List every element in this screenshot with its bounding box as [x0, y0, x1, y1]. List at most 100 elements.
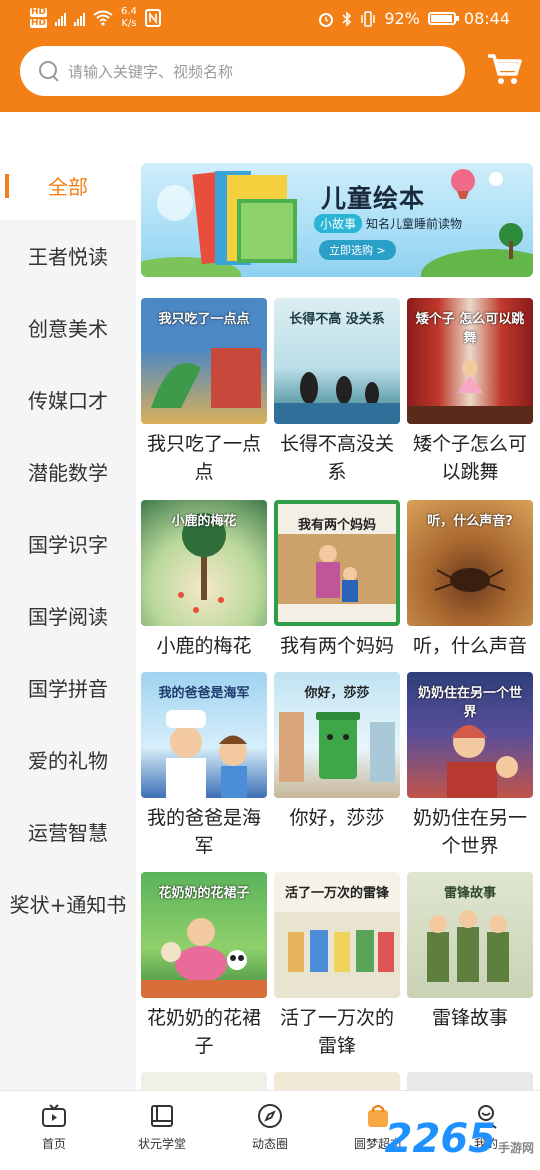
product-content: 儿童绘本 小故事 知名儿童睡前读物 立即选购 > 我只吃了一点点 我只吃了一点点…	[136, 112, 540, 1090]
promo-banner[interactable]: 儿童绘本 小故事 知名儿童睡前读物 立即选购 >	[141, 163, 533, 277]
hd-icon: HD HD	[30, 7, 48, 28]
product-cover[interactable]: 矮个子 怎么可以跳舞	[407, 298, 533, 424]
vibrate-icon	[361, 10, 376, 27]
tab-moments[interactable]: 动态圈	[216, 1091, 324, 1170]
product-card[interactable]: 奶奶住在另一个世界 奶奶住在另一个世界	[407, 672, 533, 860]
cover-title: 听，什么声音?	[427, 514, 513, 529]
tab-label: 状元学堂	[137, 1137, 186, 1151]
product-cover[interactable]: 我的爸爸是海军	[141, 672, 267, 798]
sidebar-spacer	[0, 112, 136, 150]
sidebar-item-all[interactable]: 全部	[0, 150, 136, 220]
cover-title: 雷锋故事	[443, 886, 496, 901]
cover-title: 小鹿的梅花	[171, 514, 237, 529]
book-icon	[151, 1105, 173, 1127]
product-title[interactable]: 我的爸爸是海军	[141, 804, 267, 860]
cover-title: 长得不高 没关系	[289, 312, 385, 327]
sidebar-item-gifts[interactable]: 爱的礼物	[0, 724, 136, 794]
banner-buy-button[interactable]: 立即选购 >	[319, 240, 396, 260]
product-card[interactable]: 听，什么声音? 听，什么声音	[407, 500, 533, 660]
product-title[interactable]: 花奶奶的花裙子	[141, 1004, 267, 1060]
product-cover[interactable]: 听，什么声音?	[407, 500, 533, 626]
product-title[interactable]: 活了一万次的雷锋	[274, 1004, 400, 1060]
product-card[interactable]: 我的爸爸是海军 我的爸爸是海军	[141, 672, 267, 860]
tab-classroom[interactable]: 状元学堂	[108, 1091, 216, 1170]
cover-title: 你好，莎莎	[304, 686, 370, 701]
tv-icon	[42, 1104, 66, 1127]
cover-title: 我的爸爸是海军	[158, 686, 250, 701]
product-card[interactable]: 我只吃了一点点 我只吃了一点点	[141, 298, 267, 486]
signal-4g-icon	[74, 10, 86, 26]
search-bar[interactable]: 请输入关键字、视频名称	[20, 46, 465, 96]
sidebar-item-math[interactable]: 潜能数学	[0, 436, 136, 506]
search-icon	[38, 60, 60, 82]
banner-subtitle-text: 知名儿童睡前读物	[366, 217, 463, 231]
sidebar-item-creative-art[interactable]: 创意美术	[0, 292, 136, 362]
product-card[interactable]: 你好，莎莎 你好，莎莎	[274, 672, 400, 832]
product-title[interactable]: 矮个子怎么可以跳舞	[407, 430, 533, 486]
product-title[interactable]: 你好，莎莎	[274, 804, 400, 832]
battery-percent: 92%	[384, 9, 420, 28]
product-title[interactable]: 奶奶住在另一个世界	[407, 804, 533, 860]
product-card-partial[interactable]	[274, 1072, 400, 1090]
cover-title: 矮个子 怎么可以跳舞	[415, 312, 525, 346]
cover-title: 花奶奶的花裙子	[158, 886, 250, 901]
product-cover[interactable]: 奶奶住在另一个世界	[407, 672, 533, 798]
product-title[interactable]: 雷锋故事	[407, 1004, 533, 1032]
nfc-icon	[144, 9, 161, 27]
banner-tag: 小故事	[314, 214, 363, 233]
cover-title: 我只吃了一点点	[158, 312, 250, 327]
cart-icon[interactable]	[486, 52, 522, 86]
sidebar-item-certificates[interactable]: 奖状+通知书	[0, 868, 136, 938]
product-title[interactable]: 我有两个妈妈	[274, 632, 400, 660]
product-cover[interactable]: 雷锋故事	[407, 872, 533, 998]
alarm-icon	[319, 12, 334, 27]
search-input[interactable]: 请输入关键字、视频名称	[68, 61, 233, 82]
product-cover[interactable]: 你好，莎莎	[274, 672, 400, 798]
product-cover[interactable]: 长得不高 没关系	[274, 298, 400, 424]
product-card[interactable]: 活了一万次的雷锋 活了一万次的雷锋	[274, 872, 400, 1060]
bluetooth-icon	[342, 10, 352, 27]
product-title[interactable]: 我只吃了一点点	[141, 430, 267, 486]
bottom-tab-bar: 首页 状元学堂 动态圈 圆梦超市 我的 2265 手游网	[0, 1090, 540, 1170]
product-card-partial[interactable]	[141, 1072, 267, 1090]
net-speed: 6.4 K/s	[121, 6, 137, 29]
sidebar-item-chinese-reading[interactable]: 国学阅读	[0, 580, 136, 650]
sidebar-item-pinyin[interactable]: 国学拼音	[0, 652, 136, 722]
status-left: HD HD 6.4 K/s	[30, 6, 161, 30]
product-card[interactable]: 花奶奶的花裙子 花奶奶的花裙子	[141, 872, 267, 1060]
sidebar-item-operations[interactable]: 运营智慧	[0, 796, 136, 866]
product-cover[interactable]: 活了一万次的雷锋	[274, 872, 400, 998]
watermark-logo: 2265 手游网	[384, 1116, 534, 1162]
product-card-partial[interactable]	[407, 1072, 533, 1090]
status-bar: HD HD 6.4 K/s 92% 08:44	[0, 0, 540, 40]
tab-home[interactable]: 首页	[0, 1091, 108, 1170]
status-right: 92% 08:44	[318, 9, 510, 28]
product-title[interactable]: 长得不高没关系	[274, 430, 400, 486]
product-card[interactable]: 长得不高 没关系 长得不高没关系	[274, 298, 400, 486]
sidebar-item-chinese-characters[interactable]: 国学识字	[0, 508, 136, 578]
cover-title: 我有两个妈妈	[297, 518, 376, 533]
sidebar-item-wangzhe-reading[interactable]: 王者悦读	[0, 220, 136, 290]
category-sidebar: 全部 王者悦读 创意美术 传媒口才 潜能数学 国学识字 国学阅读 国学拼音 爱的…	[0, 112, 136, 1090]
product-card[interactable]: 雷锋故事 雷锋故事	[407, 872, 533, 1032]
cover-title: 奶奶住在另一个世界	[417, 686, 522, 720]
battery-icon	[427, 12, 459, 25]
product-cover[interactable]: 花奶奶的花裙子	[141, 872, 267, 998]
product-cover[interactable]: 小鹿的梅花	[141, 500, 267, 626]
product-card[interactable]: 矮个子 怎么可以跳舞 矮个子怎么可以跳舞	[407, 298, 533, 486]
product-title[interactable]: 小鹿的梅花	[141, 632, 267, 660]
sidebar-item-media-speech[interactable]: 传媒口才	[0, 364, 136, 434]
tab-label: 动态圈	[251, 1137, 288, 1151]
tab-label: 首页	[41, 1137, 66, 1151]
product-title[interactable]: 听，什么声音	[407, 632, 533, 660]
clock: 08:44	[463, 9, 510, 28]
app-header: HD HD 6.4 K/s 92% 08:44 请输入关键字、视频名称	[0, 0, 540, 112]
compass-icon	[258, 1104, 282, 1128]
product-cover[interactable]: 我只吃了一点点	[141, 298, 267, 424]
banner-subtitle: 小故事 知名儿童睡前读物	[314, 214, 462, 233]
product-card[interactable]: 我有两个妈妈 我有两个妈妈	[274, 500, 400, 660]
wifi-icon	[93, 10, 113, 26]
product-cover[interactable]: 我有两个妈妈	[274, 500, 400, 626]
cover-title: 活了一万次的雷锋	[284, 886, 389, 901]
product-card[interactable]: 小鹿的梅花 小鹿的梅花	[141, 500, 267, 660]
